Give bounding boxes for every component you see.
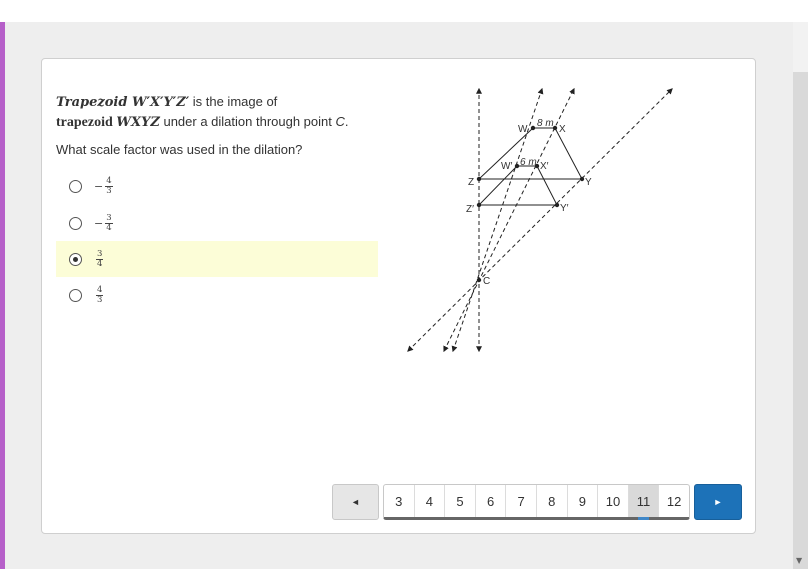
dilation-diagram: W 8 m X Y Z W′ 6 m X′ Y′ Z′ C: [407, 87, 673, 353]
choice-sign: −: [94, 216, 104, 230]
radio-button-selected[interactable]: [69, 252, 82, 266]
next-button[interactable]: ►: [694, 484, 742, 520]
denominator: 3: [97, 294, 103, 305]
numerator: 3: [96, 248, 104, 260]
point-c: [476, 277, 482, 283]
prompt-period: .: [344, 114, 349, 129]
page-button-8[interactable]: 8: [537, 485, 568, 517]
label-image-length: 6 m: [520, 157, 537, 168]
point-y: [579, 176, 585, 182]
label-z: Z: [468, 177, 474, 188]
pagination: ◄ 3 4 5 6 7 8 9 10 11 12 ►: [332, 484, 742, 521]
prompt-preimage-name: WXYZ: [116, 115, 160, 130]
prompt-text-1: is the image of: [189, 94, 278, 109]
question-prompt: Trapezoid W′X′Y′Z′ is the image of trape…: [56, 92, 376, 132]
page-button-7[interactable]: 7: [506, 485, 537, 517]
point-z: [476, 176, 482, 182]
page-button-11-current[interactable]: 11: [628, 485, 660, 520]
page-button-3[interactable]: 3: [384, 485, 415, 517]
point-z-prime: [476, 202, 482, 208]
fraction: 4 3: [96, 284, 104, 305]
prompt-text-2: under a dilation through point: [159, 114, 336, 129]
prompt-word-trapezoid: trapezoid: [56, 115, 113, 130]
page-scrollbar[interactable]: ▼: [793, 22, 808, 569]
point-y-prime: [554, 202, 560, 208]
numerator: 4: [96, 284, 104, 296]
label-x: X: [559, 124, 566, 135]
point-w-prime: [514, 163, 520, 169]
page-button-10[interactable]: 10: [598, 485, 629, 517]
page-button-5[interactable]: 5: [445, 485, 476, 517]
denominator: 4: [106, 222, 112, 233]
denominator: 3: [106, 185, 112, 196]
label-c: C: [483, 276, 490, 287]
answer-choice-3[interactable]: 3 4: [56, 241, 378, 277]
numerator: 3: [105, 212, 113, 224]
top-bar: [0, 0, 808, 22]
answer-choice-2[interactable]: − 3 4: [56, 205, 378, 241]
denominator: 4: [97, 258, 103, 269]
choice-sign: −: [94, 179, 104, 193]
prompt-image-name: Trapezoid W′X′Y′Z′: [56, 95, 190, 110]
radio-button[interactable]: [69, 288, 82, 302]
answer-choice-4[interactable]: 4 3: [56, 277, 378, 313]
choice-value: − 3 4: [94, 212, 113, 233]
radio-button[interactable]: [69, 179, 82, 193]
page-button-9[interactable]: 9: [568, 485, 599, 517]
previous-arrow-icon: ◄: [351, 497, 360, 507]
label-w: W: [518, 124, 528, 135]
radio-dot: [73, 256, 78, 262]
fraction: 3 4: [105, 212, 113, 233]
choice-value: 4 3: [94, 284, 104, 305]
scrollbar-track: [793, 22, 808, 72]
trapezoid-wxyz: [477, 127, 583, 180]
previous-button[interactable]: ◄: [332, 484, 379, 520]
radio-button[interactable]: [69, 216, 82, 230]
choice-value: 3 4: [94, 248, 104, 269]
label-y-prime: Y′: [560, 203, 569, 214]
numerator: 4: [105, 175, 113, 187]
accent-stripe: [0, 22, 5, 569]
label-top-length: 8 m: [537, 118, 554, 129]
fraction: 4 3: [105, 175, 113, 196]
choice-value: − 4 3: [94, 175, 113, 196]
question-card: Trapezoid W′X′Y′Z′ is the image of trape…: [41, 58, 756, 534]
prompt-center-point: C: [335, 114, 345, 129]
label-z-prime: Z′: [466, 204, 474, 215]
point-w: [530, 125, 536, 131]
page-list: 3 4 5 6 7 8 9 10 11 12: [383, 484, 690, 520]
page-button-4[interactable]: 4: [415, 485, 446, 517]
next-arrow-icon: ►: [713, 497, 723, 507]
answer-choice-1[interactable]: − 4 3: [56, 168, 378, 204]
question-text: What scale factor was used in the dilati…: [56, 142, 303, 157]
label-y: Y: [585, 177, 592, 188]
label-w-prime: W′: [501, 161, 512, 172]
ray-through-w: [451, 87, 544, 353]
scrollbar-thumb[interactable]: [793, 72, 808, 569]
fraction: 3 4: [96, 248, 104, 269]
page-button-6[interactable]: 6: [476, 485, 507, 517]
scroll-down-icon[interactable]: ▼: [796, 556, 802, 565]
label-x-prime: X′: [540, 161, 549, 172]
page-button-12[interactable]: 12: [659, 485, 689, 517]
